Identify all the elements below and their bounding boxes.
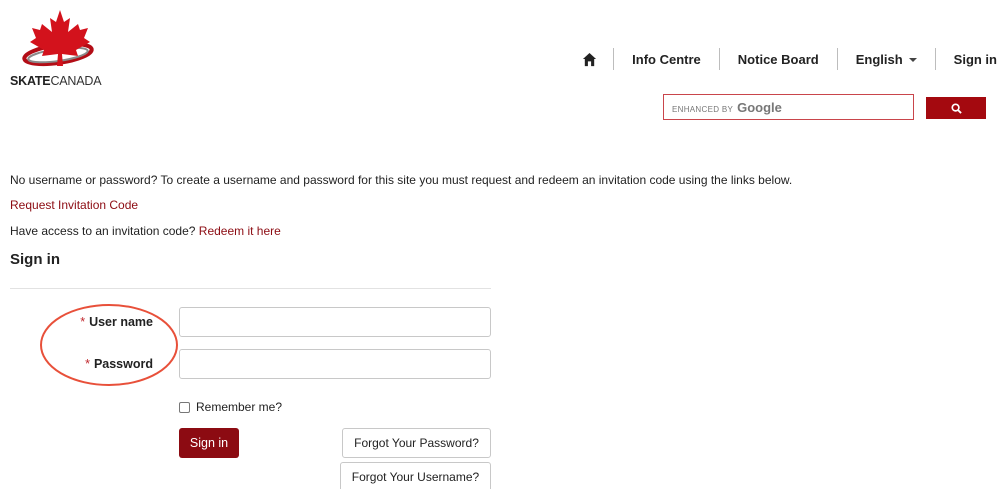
forgot-password-button[interactable]: Forgot Your Password? xyxy=(342,428,491,458)
required-star: * xyxy=(85,357,90,371)
username-label-text: User name xyxy=(89,315,153,329)
search-box: ENHANCED BY Google xyxy=(663,94,914,120)
username-label: * User name xyxy=(0,315,153,329)
request-invitation-link[interactable]: Request Invitation Code xyxy=(10,198,138,212)
language-label: English xyxy=(855,51,903,67)
search-input[interactable] xyxy=(664,95,913,119)
home-icon[interactable] xyxy=(582,52,597,67)
nav-item-notice-board[interactable]: Notice Board xyxy=(720,52,837,67)
maple-leaf-logo-icon xyxy=(22,10,94,67)
language-dropdown[interactable]: English xyxy=(838,52,935,67)
nav-item-info-centre[interactable]: Info Centre xyxy=(614,52,719,67)
have-access-label: Have access to an invitation code? xyxy=(10,224,199,238)
remember-me[interactable]: Remember me? xyxy=(179,400,282,414)
brand-bold-text: SKATE xyxy=(10,74,51,88)
username-input[interactable] xyxy=(179,307,491,337)
required-star: * xyxy=(80,315,86,329)
brand-wordmark: SKATECANADA xyxy=(10,74,102,88)
remember-me-label: Remember me? xyxy=(196,400,283,414)
divider xyxy=(10,288,491,289)
brand-light-text: CANADA xyxy=(50,74,102,88)
forgot-username-button[interactable]: Forgot Your Username? xyxy=(340,462,491,489)
page-title: Sign in xyxy=(10,251,60,268)
site-logo[interactable]: SKATECANADA xyxy=(8,8,118,90)
search-button[interactable] xyxy=(926,97,986,119)
have-access-text: Have access to an invitation code? Redee… xyxy=(10,224,281,238)
redeem-link[interactable]: Redeem it here xyxy=(199,224,281,238)
sign-in-button[interactable]: Sign in xyxy=(179,428,239,458)
page: SKATECANADA Info Centre Notice Board Eng… xyxy=(0,0,1000,489)
password-input[interactable] xyxy=(179,349,491,379)
nav-item-sign-in[interactable]: Sign in xyxy=(936,52,997,67)
search-icon xyxy=(950,102,962,114)
remember-me-checkbox[interactable] xyxy=(179,401,190,413)
password-label: * Password xyxy=(0,357,153,371)
caret-down-icon xyxy=(908,57,917,62)
password-label-text: Password xyxy=(93,357,153,371)
top-navigation: Info Centre Notice Board English Sign in xyxy=(582,47,997,71)
intro-text: No username or password? To create a use… xyxy=(10,173,793,187)
